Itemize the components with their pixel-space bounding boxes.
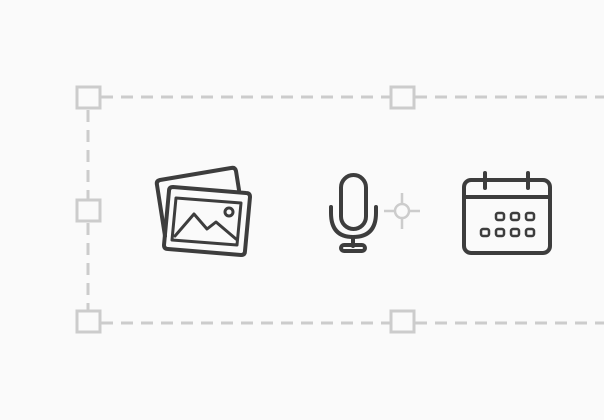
design-canvas[interactable] <box>0 0 604 420</box>
calendar-icon[interactable] <box>462 171 552 255</box>
resize-handle-bottom-center[interactable] <box>389 309 416 334</box>
resize-handle-top-left[interactable] <box>75 85 102 110</box>
resize-handle-middle-left[interactable] <box>75 198 102 223</box>
microphone-icon[interactable] <box>329 173 378 253</box>
resize-handle-top-center[interactable] <box>389 85 416 110</box>
pivot-crosshair-icon[interactable] <box>384 193 420 229</box>
image-gallery-icon[interactable] <box>154 165 252 257</box>
resize-handle-bottom-left[interactable] <box>75 309 102 334</box>
selection-overlay <box>75 85 604 334</box>
